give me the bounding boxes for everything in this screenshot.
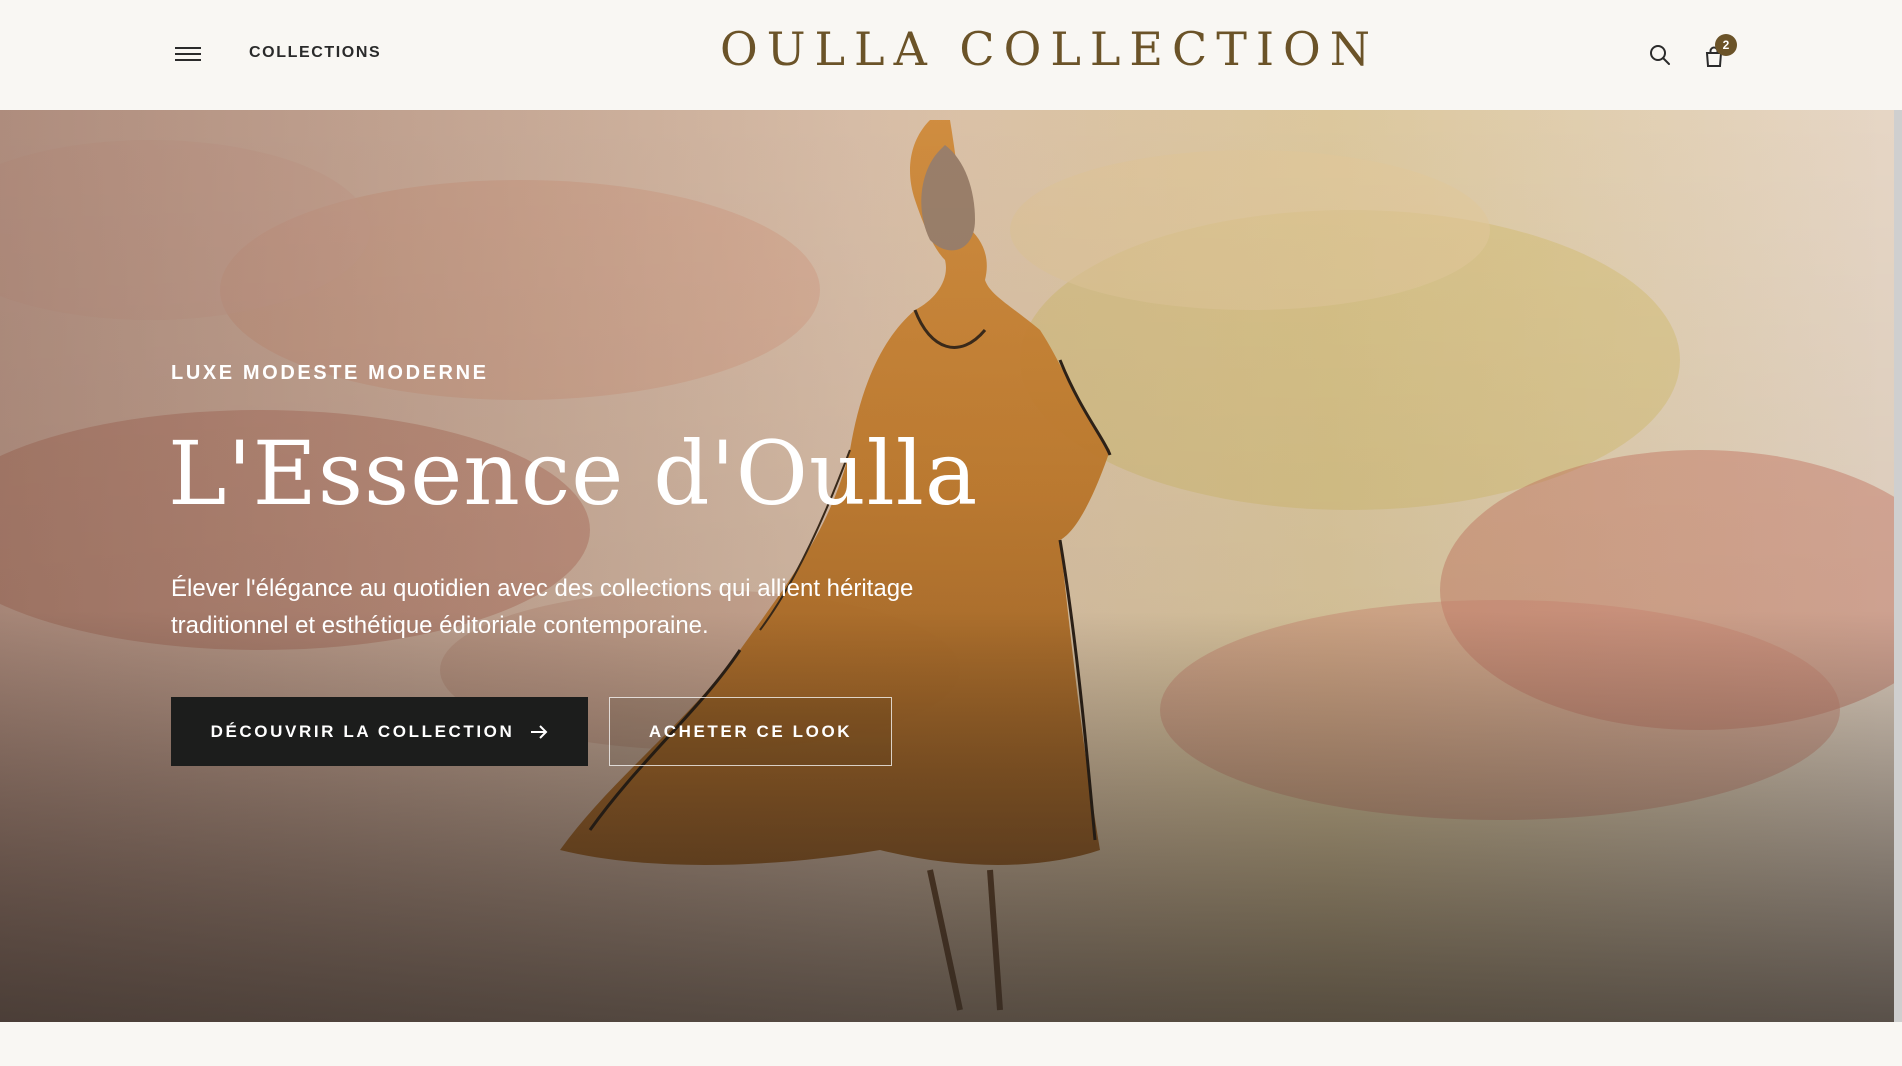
hero-watercolor-illustration	[0, 110, 1902, 1022]
arrow-right-icon	[531, 724, 548, 739]
hero-headline: L'Essence d'Oulla	[168, 422, 979, 525]
discover-collection-label: DÉCOUVRIR LA COLLECTION	[210, 721, 515, 741]
hero-description: Élever l'élégance au quotidien avec des …	[171, 575, 914, 639]
hero-eyebrow: LUXE MODESTE MODERNE	[171, 362, 489, 384]
search-icon[interactable]	[1648, 43, 1672, 67]
shop-the-look-label: ACHETER CE LOOK	[648, 721, 853, 741]
brand-logo[interactable]: OULLA COLLECTION	[720, 22, 1370, 76]
shop-the-look-button[interactable]: ACHETER CE LOOK	[609, 697, 892, 766]
hero-banner: LUXE MODESTE MODERNE L'Essence d'Oulla É…	[0, 110, 1902, 1022]
menu-icon[interactable]	[175, 47, 203, 61]
cart-count-badge: 2	[1715, 34, 1737, 56]
nav-collections-link[interactable]: COLLECTIONS	[249, 44, 381, 62]
next-section-edge	[0, 1022, 1902, 1066]
page-scrollbar[interactable]	[1894, 110, 1902, 1022]
site-header: COLLECTIONS OULLA COLLECTION 2	[0, 0, 1902, 110]
discover-collection-button[interactable]: DÉCOUVRIR LA COLLECTION	[171, 697, 588, 766]
